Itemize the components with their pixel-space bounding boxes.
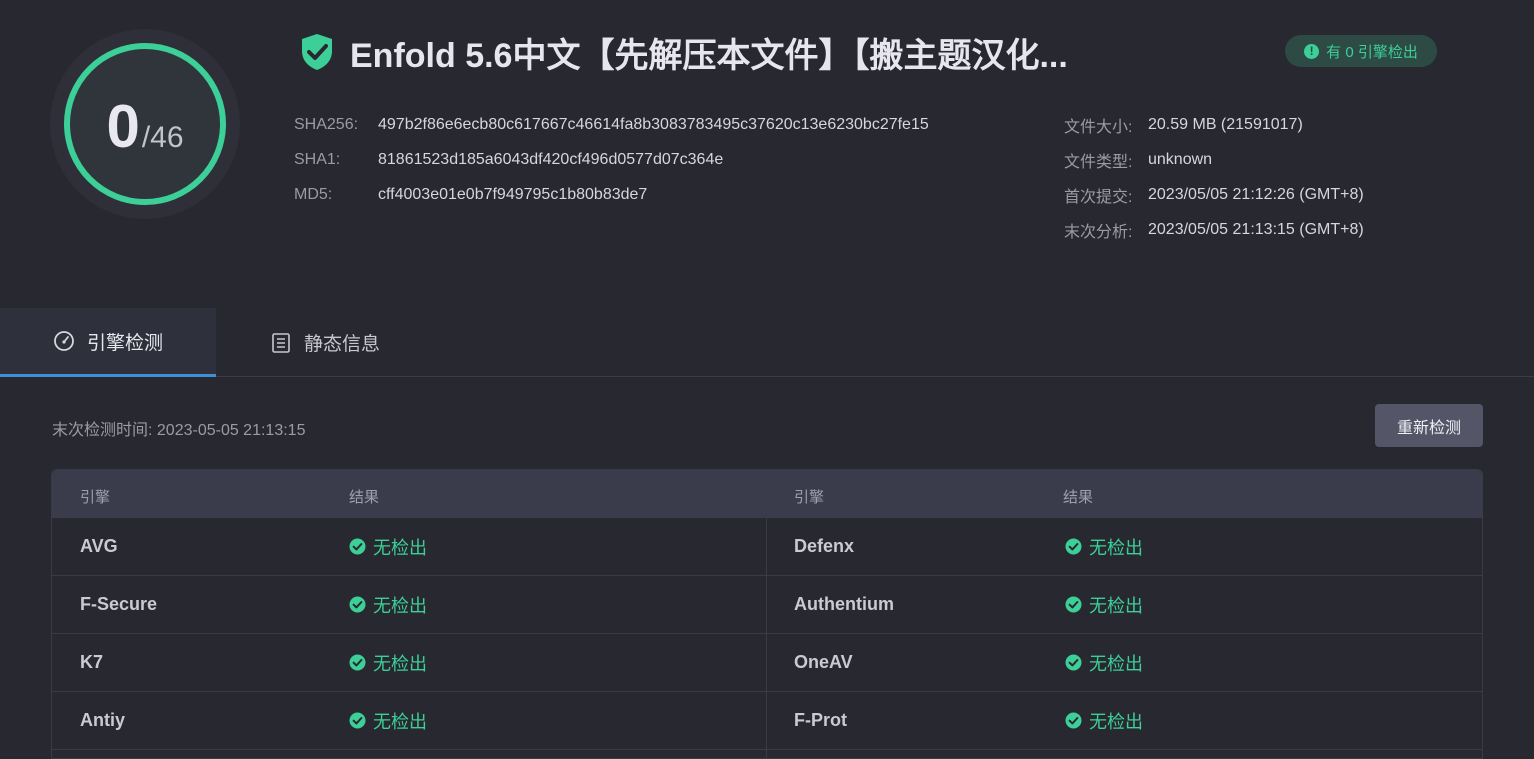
check-circle-icon (1065, 538, 1082, 555)
hash-row-sha1: SHA1: 81861523d185a6043df420cf496d0577d0… (294, 142, 929, 177)
tab-static-info[interactable]: 静态信息 (270, 308, 380, 377)
result-text: 无检出 (373, 537, 427, 558)
hash-value: 497b2f86e6ecb80c617667c46614fa8b30837834… (378, 115, 929, 133)
check-circle-icon (1065, 712, 1082, 729)
meta-row-type: 文件类型: unknown (1064, 142, 1364, 177)
result-text: 无检出 (1089, 653, 1143, 674)
meta-label: 文件类型: (1064, 153, 1133, 171)
check-circle-icon (349, 538, 366, 555)
last-check-time: 末次检测时间: 2023-05-05 21:13:15 (52, 422, 306, 439)
hash-value: 81861523d185a6043df420cf496d0577d07c364e (378, 150, 724, 168)
shield-check-icon (302, 34, 332, 70)
engine-name: OneAV (794, 652, 853, 672)
engine-name: Defenx (794, 536, 855, 556)
hash-row-md5: MD5: cff4003e01e0b7f949795c1b80b83de7 (294, 177, 929, 212)
engine-name: AVG (80, 536, 118, 556)
result-text: 无检出 (373, 595, 427, 616)
engine-name: F-Prot (794, 710, 847, 730)
engine-results-table: 引擎 结果 引擎 结果 AVG 无检出 Defenx 无检出 F-Secure 无检出 Au… (51, 469, 1483, 759)
engine-result: 无检出 (1065, 518, 1143, 575)
result-text: 无检出 (373, 653, 427, 674)
engine-result: 无检出 (349, 576, 427, 633)
column-header-engine: 引擎 (794, 489, 825, 506)
hash-list: SHA256: 497b2f86e6ecb80c617667c46614fa8b… (294, 107, 929, 212)
check-circle-icon (349, 654, 366, 671)
meta-label: 文件大小: (1064, 118, 1133, 136)
detected-count: 0 (106, 93, 140, 160)
detection-status-badge: ! 有 0 引擎检出 (1285, 35, 1437, 67)
engine-result: 无检出 (1065, 692, 1143, 749)
tab-bar: 引擎检测 静态信息 (0, 308, 1534, 377)
exclamation-circle-icon: ! (1304, 43, 1320, 59)
recheck-button[interactable]: 重新检测 (1375, 404, 1483, 447)
meta-label: 末次分析: (1064, 223, 1133, 241)
file-title-row: Enfold 5.6中文【先解压本文件】【搬主题汉化... (300, 30, 1068, 75)
result-text: 无检出 (373, 711, 427, 732)
detection-score-circle: 0 /46 (64, 43, 226, 205)
check-circle-icon (349, 712, 366, 729)
engine-result: 无检出 (349, 634, 427, 691)
engine-total: /46 (141, 121, 184, 154)
meta-row-size: 文件大小: 20.59 MB (21591017) (1064, 107, 1364, 142)
meta-row-last-analysis: 末次分析: 2023/05/05 21:13:15 (GMT+8) (1064, 212, 1364, 247)
table-row: F-Secure 无检出 Authentium 无检出 (52, 576, 1482, 634)
column-header-result: 结果 (1063, 489, 1094, 506)
hash-value: cff4003e01e0b7f949795c1b80b83de7 (378, 185, 648, 203)
file-title: Enfold 5.6中文【先解压本文件】【搬主题汉化... (350, 36, 1068, 75)
engine-result: 无检出 (349, 518, 427, 575)
engine-name: K7 (80, 652, 104, 672)
engine-name: Antiy (80, 710, 125, 730)
tab-label: 静态信息 (304, 334, 381, 355)
engine-result: 无检出 (1065, 576, 1143, 633)
meta-value: unknown (1148, 150, 1213, 168)
detection-status-text: 有 0 引擎检出 (1326, 43, 1418, 61)
engine-name: Authentium (794, 594, 894, 614)
hash-row-sha256: SHA256: 497b2f86e6ecb80c617667c46614fa8b… (294, 107, 929, 142)
detection-score: 0 /46 (70, 49, 220, 199)
meta-value: 2023/05/05 21:13:15 (GMT+8) (1148, 220, 1364, 238)
meta-row-first-submit: 首次提交: 2023/05/05 21:12:26 (GMT+8) (1064, 177, 1364, 212)
result-text: 无检出 (1089, 537, 1143, 558)
check-circle-icon (1065, 654, 1082, 671)
engine-name: F-Secure (80, 594, 158, 614)
detection-score-ring: 0 /46 (50, 29, 240, 219)
check-circle-icon (349, 596, 366, 613)
meta-label: 首次提交: (1064, 188, 1133, 206)
meta-value: 2023/05/05 21:12:26 (GMT+8) (1148, 185, 1364, 203)
result-text: 无检出 (1089, 711, 1143, 732)
list-document-icon (272, 332, 290, 353)
engine-result: 无检出 (1065, 634, 1143, 691)
file-meta-list: 文件大小: 20.59 MB (21591017) 文件类型: unknown … (1064, 107, 1364, 247)
table-row: K7 无检出 OneAV 无检出 (52, 634, 1482, 692)
gauge-icon (54, 331, 74, 351)
engine-result: 无检出 (349, 692, 427, 749)
hash-label: MD5: (294, 185, 333, 203)
tab-label: 引擎检测 (86, 332, 163, 354)
table-body: AVG 无检出 Defenx 无检出 F-Secure 无检出 Authentium 无检出 K… (52, 518, 1482, 750)
file-summary-header: 0 /46 Enfold 5.6中文【先解压本文件】【搬主题汉化... ! 有 … (0, 0, 1534, 281)
result-text: 无检出 (1089, 595, 1143, 616)
table-row: AVG 无检出 Defenx 无检出 (52, 518, 1482, 576)
table-header: 引擎 结果 引擎 结果 (52, 470, 1482, 518)
table-row: Antiy 无检出 F-Prot 无检出 (52, 692, 1482, 750)
check-circle-icon (1065, 596, 1082, 613)
column-header-engine: 引擎 (80, 489, 111, 506)
meta-value: 20.59 MB (21591017) (1148, 115, 1303, 133)
column-header-result: 结果 (349, 489, 380, 506)
hash-label: SHA256: (294, 115, 359, 133)
hash-label: SHA1: (294, 150, 341, 168)
tab-engine-detection[interactable]: 引擎检测 (0, 308, 216, 377)
